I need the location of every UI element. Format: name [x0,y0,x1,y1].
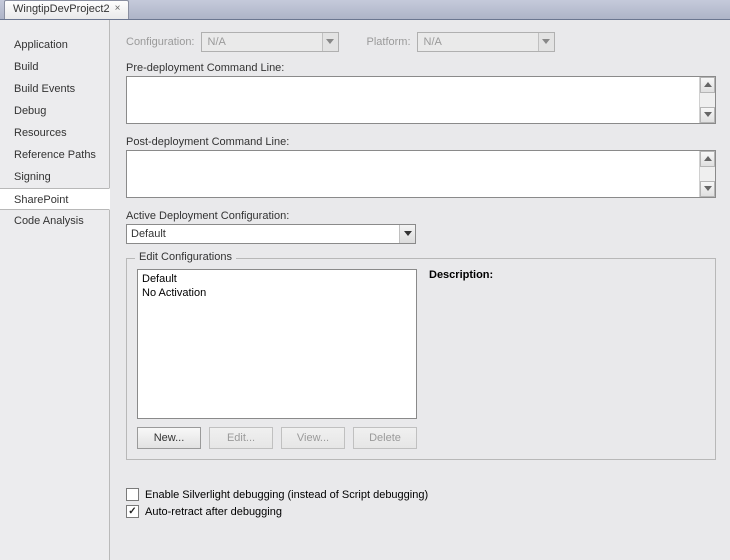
platform-value: N/A [424,36,538,48]
post-deploy-input[interactable] [127,151,699,197]
sidebar-item-build[interactable]: Build [0,56,109,78]
silverlight-label: Enable Silverlight debugging (instead of… [145,489,428,501]
chevron-down-icon [399,225,415,243]
scroll-up-icon[interactable] [700,151,715,167]
list-item[interactable]: No Activation [142,286,412,300]
scroll-up-icon[interactable] [700,77,715,93]
platform-select: N/A [417,32,555,52]
post-deploy-wrap [126,150,716,198]
document-tab[interactable]: WingtipDevProject2 × [4,0,129,19]
autoretract-label: Auto-retract after debugging [145,506,282,518]
scroll-down-icon[interactable] [700,107,715,123]
autoretract-check-row[interactable]: Auto-retract after debugging [126,505,716,518]
configurations-listbox[interactable]: Default No Activation [137,269,417,419]
sharepoint-panel: Configuration: N/A Platform: N/A Pre-dep… [110,20,730,560]
edit-button[interactable]: Edit... [209,427,273,449]
config-buttons-row: New... Edit... View... Delete [137,427,417,449]
chevron-down-icon [538,33,554,51]
active-config-select[interactable]: Default [126,224,416,244]
description-label: Description: [429,269,705,281]
configuration-label: Configuration: [126,36,195,48]
silverlight-check-row[interactable]: Enable Silverlight debugging (instead of… [126,488,716,501]
group-title: Edit Configurations [135,251,236,263]
sidebar-item-sharepoint[interactable]: SharePoint [0,188,110,210]
properties-page: Application Build Build Events Debug Res… [0,20,730,560]
list-item[interactable]: Default [142,272,412,286]
document-tabstrip: WingtipDevProject2 × [0,0,730,20]
config-platform-row: Configuration: N/A Platform: N/A [126,32,716,52]
sidebar-item-application[interactable]: Application [0,34,109,56]
delete-button[interactable]: Delete [353,427,417,449]
pre-deploy-wrap [126,76,716,124]
scroll-down-icon[interactable] [700,181,715,197]
sidebar-item-build-events[interactable]: Build Events [0,78,109,100]
edit-configurations-group: Edit Configurations Default No Activatio… [126,258,716,460]
pre-deploy-input[interactable] [127,77,699,123]
active-config-value: Default [131,228,166,240]
checkbox-icon[interactable] [126,505,139,518]
sidebar-item-signing[interactable]: Signing [0,166,109,188]
scrollbar [699,77,715,123]
configuration-value: N/A [208,36,322,48]
chevron-down-icon [322,33,338,51]
project-properties-window: WingtipDevProject2 × Application Build B… [0,0,730,560]
properties-sidebar: Application Build Build Events Debug Res… [0,20,110,560]
sidebar-item-reference-paths[interactable]: Reference Paths [0,144,109,166]
post-deploy-label: Post-deployment Command Line: [126,136,716,148]
active-config-label: Active Deployment Configuration: [126,210,716,222]
new-button[interactable]: New... [137,427,201,449]
scrollbar [699,151,715,197]
configuration-select: N/A [201,32,339,52]
close-icon[interactable]: × [112,4,124,16]
platform-label: Platform: [367,36,411,48]
checkboxes-section: Enable Silverlight debugging (instead of… [126,488,716,518]
sidebar-item-resources[interactable]: Resources [0,122,109,144]
sidebar-item-debug[interactable]: Debug [0,100,109,122]
pre-deploy-label: Pre-deployment Command Line: [126,62,716,74]
checkbox-icon[interactable] [126,488,139,501]
sidebar-item-code-analysis[interactable]: Code Analysis [0,210,109,232]
view-button[interactable]: View... [281,427,345,449]
tab-title: WingtipDevProject2 [13,3,110,15]
description-column: Description: [429,269,705,449]
